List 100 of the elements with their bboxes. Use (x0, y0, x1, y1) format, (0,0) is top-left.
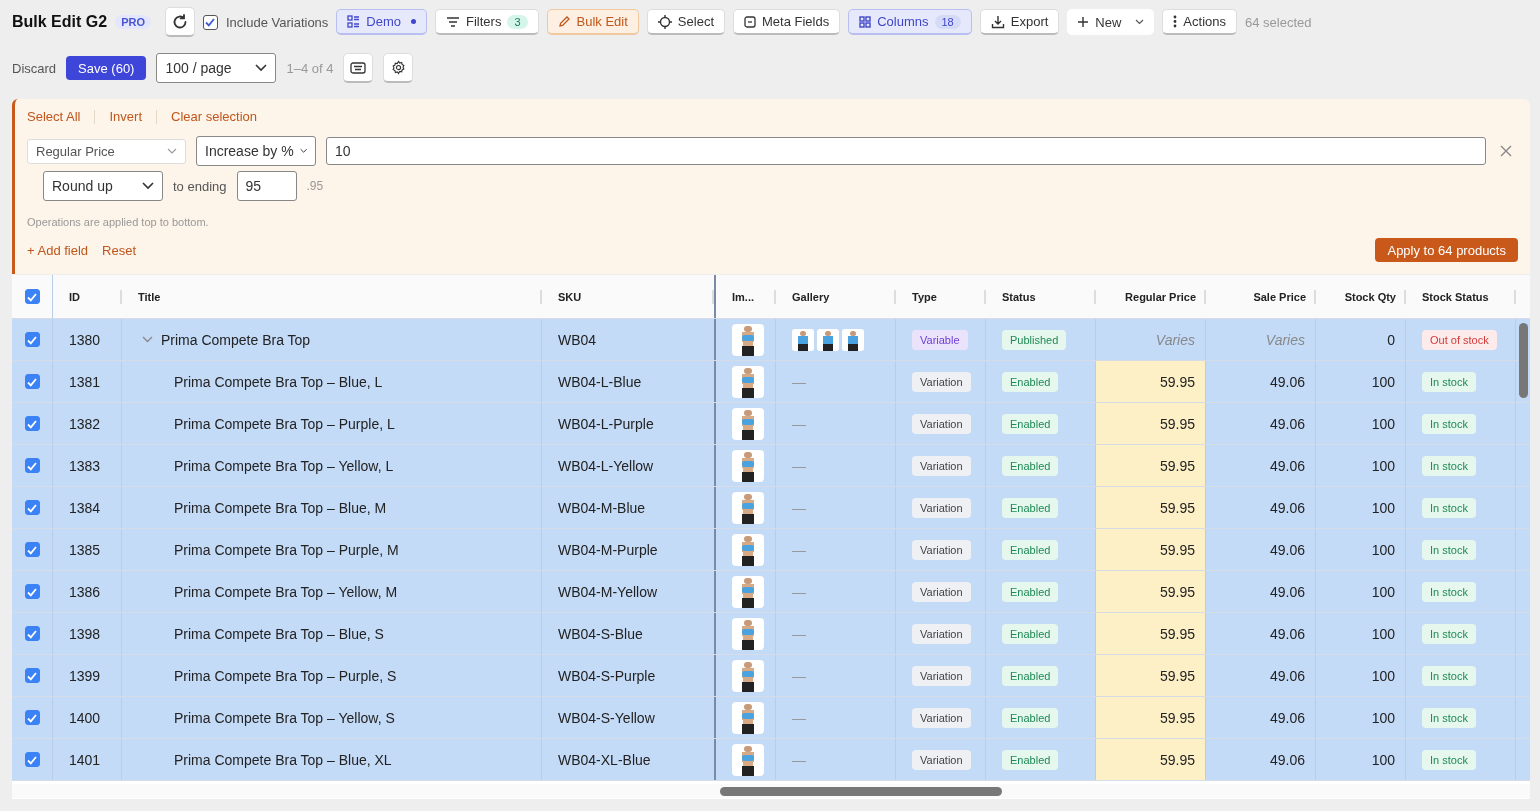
table-cell: 49.06 (1269, 667, 1305, 684)
column-header[interactable]: Regular Price (1125, 290, 1196, 303)
column-header[interactable]: Status (1002, 290, 1036, 303)
include-variations-checkbox[interactable] (202, 14, 218, 30)
vertical-scrollbar[interactable] (1519, 323, 1528, 398)
table-row[interactable]: 1381 Prima Compete Bra Top – Blue, L WB04-L-Blue — Variation Enabled 59.95 49.06 100 In stock (12, 361, 1530, 403)
selection-link[interactable]: Select All (27, 109, 81, 124)
type-tag: Variation (912, 665, 971, 686)
row-checkbox[interactable] (24, 752, 40, 767)
ending-preview: .95 (306, 179, 324, 193)
column-header[interactable]: Im... (732, 290, 754, 303)
table-cell: 1386 (69, 583, 101, 600)
table-cell: WB04-L-Yellow (558, 457, 654, 474)
table-cell: 1382 (69, 415, 101, 432)
type-tag: Variation (912, 749, 971, 770)
column-header[interactable]: Gallery (792, 290, 830, 303)
status-tag: Published (1002, 329, 1067, 350)
table-row[interactable]: 1382 Prima Compete Bra Top – Purple, L WB04-L-Purple — Variation Enabled 59.95 49.06 100 In stock (12, 403, 1530, 445)
table-cell: 59.95 (1159, 709, 1195, 726)
actions-button[interactable]: Actions (1162, 9, 1237, 35)
discard-button[interactable]: Discard (12, 60, 57, 76)
table-cell: 100 (1371, 499, 1395, 516)
caret-icon (1135, 19, 1145, 25)
table-cell: 59.95 (1159, 667, 1195, 684)
filters-button[interactable]: Filters 3 (435, 9, 539, 35)
plus-icon (1077, 16, 1090, 28)
table-row[interactable]: 1383 Prima Compete Bra Top – Yellow, L WB04-L-Yellow — Variation Enabled 59.95 49.06 100 In stock (12, 445, 1530, 487)
selection-link[interactable]: Invert (109, 109, 142, 124)
column-header[interactable]: Stock Qty (1344, 290, 1396, 303)
demo-button[interactable]: Demo (336, 9, 428, 35)
value-input[interactable]: 10 (326, 137, 1486, 165)
page-range: 1–4 of 4 (286, 60, 334, 76)
column-header[interactable]: Type (912, 290, 937, 303)
table-cell: 49.06 (1269, 709, 1305, 726)
page-size-select[interactable]: 100 / page (156, 53, 277, 83)
type-tag: Variation (912, 581, 971, 602)
save-button[interactable]: Save (60) (66, 56, 147, 80)
row-checkbox[interactable] (24, 332, 40, 347)
horizontal-scrollbar[interactable] (720, 786, 1002, 796)
bulk-edit-button[interactable]: Bulk Edit (546, 9, 639, 35)
operation-select[interactable]: Increase by % (196, 136, 316, 166)
select-button[interactable]: Select (646, 9, 725, 35)
new-button[interactable]: New (1067, 9, 1155, 35)
column-header[interactable]: Sale Price (1253, 290, 1306, 303)
table-cell: Varies (1265, 331, 1305, 348)
export-button[interactable]: Export (979, 9, 1060, 35)
table-cell: — (792, 751, 806, 768)
refresh-button[interactable] (164, 7, 195, 37)
row-checkbox[interactable] (24, 458, 40, 473)
table-cell: — (792, 499, 806, 516)
stock-status-tag: In stock (1422, 371, 1476, 392)
table-row[interactable]: 1384 Prima Compete Bra Top – Blue, M WB04-M-Blue — Variation Enabled 59.95 49.06 100 In stock (12, 487, 1530, 529)
table-cell: 100 (1371, 457, 1395, 474)
table-row[interactable]: 1385 Prima Compete Bra Top – Purple, M WB04-M-Purple — Variation Enabled 59.95 49.06 100 In stock (12, 529, 1530, 571)
table-cell: 49.06 (1269, 457, 1305, 474)
table-cell: WB04-M-Yellow (558, 583, 658, 600)
settings-icon (390, 60, 406, 75)
close-icon[interactable] (1500, 145, 1512, 157)
row-checkbox[interactable] (24, 416, 40, 431)
table-cell: — (792, 457, 806, 474)
table-cell: — (792, 583, 806, 600)
table-cell: 49.06 (1269, 373, 1305, 390)
table-cell: — (792, 709, 806, 726)
row-checkbox[interactable] (24, 542, 40, 557)
stock-status-tag: In stock (1422, 497, 1476, 518)
table-cell: 1380 (69, 331, 101, 348)
row-checkbox[interactable] (24, 668, 40, 683)
select-all-checkbox[interactable] (24, 289, 40, 304)
table-cell-text: Prima Compete Bra Top – Blue, S (173, 625, 384, 642)
keyboard-button[interactable] (343, 53, 374, 83)
field-select[interactable]: Regular Price (27, 138, 186, 164)
table-row[interactable]: 1380 Prima Compete Bra Top WB04 Variable Published Varies Varies 0 Out of stock (12, 319, 1530, 361)
table-cell: WB04 (558, 331, 597, 348)
table-row[interactable]: 1401 Prima Compete Bra Top – Blue, XL WB04-XL-Blue — Variation Enabled 59.95 49.06 100 In stock (12, 739, 1530, 781)
row-checkbox[interactable] (24, 626, 40, 641)
column-header[interactable]: Stock Status (1422, 290, 1489, 303)
row-checkbox[interactable] (24, 374, 40, 389)
table-cell-text: Prima Compete Bra Top – Blue, XL (173, 751, 392, 768)
table-row[interactable]: 1386 Prima Compete Bra Top – Yellow, M WB04-M-Yellow — Variation Enabled 59.95 49.06 100 In stock (12, 571, 1530, 613)
settings-button[interactable] (383, 53, 414, 83)
reset-link[interactable]: Reset (102, 242, 137, 258)
column-header[interactable]: ID (69, 290, 80, 303)
add-field-link[interactable]: + Add field (27, 242, 89, 258)
columns-button[interactable]: Columns 18 (848, 9, 972, 35)
meta-fields-button[interactable]: Meta Fields (733, 9, 841, 35)
column-header[interactable]: SKU (558, 290, 582, 303)
column-header[interactable]: Title (138, 290, 161, 303)
table-row[interactable]: 1400 Prima Compete Bra Top – Yellow, S WB04-S-Yellow — Variation Enabled 59.95 49.06 100 In stock (12, 697, 1530, 739)
ending-label: to ending (173, 178, 227, 194)
apply-button[interactable]: Apply to 64 products (1375, 238, 1518, 262)
chevron-icon[interactable] (142, 334, 153, 345)
table-row[interactable]: 1399 Prima Compete Bra Top – Purple, S WB04-S-Purple — Variation Enabled 59.95 49.06 100 In stock (12, 655, 1530, 697)
table-cell-text: Prima Compete Bra Top – Purple, L (173, 415, 395, 432)
selection-link[interactable]: Clear selection (171, 109, 257, 124)
row-checkbox[interactable] (24, 584, 40, 599)
row-checkbox[interactable] (24, 710, 40, 725)
rounding-select[interactable]: Round up (43, 171, 163, 201)
table-row[interactable]: 1398 Prima Compete Bra Top – Blue, S WB04-S-Blue — Variation Enabled 59.95 49.06 100 In stock (12, 613, 1530, 655)
row-checkbox[interactable] (24, 500, 40, 515)
ending-input[interactable]: 95 (236, 171, 297, 201)
